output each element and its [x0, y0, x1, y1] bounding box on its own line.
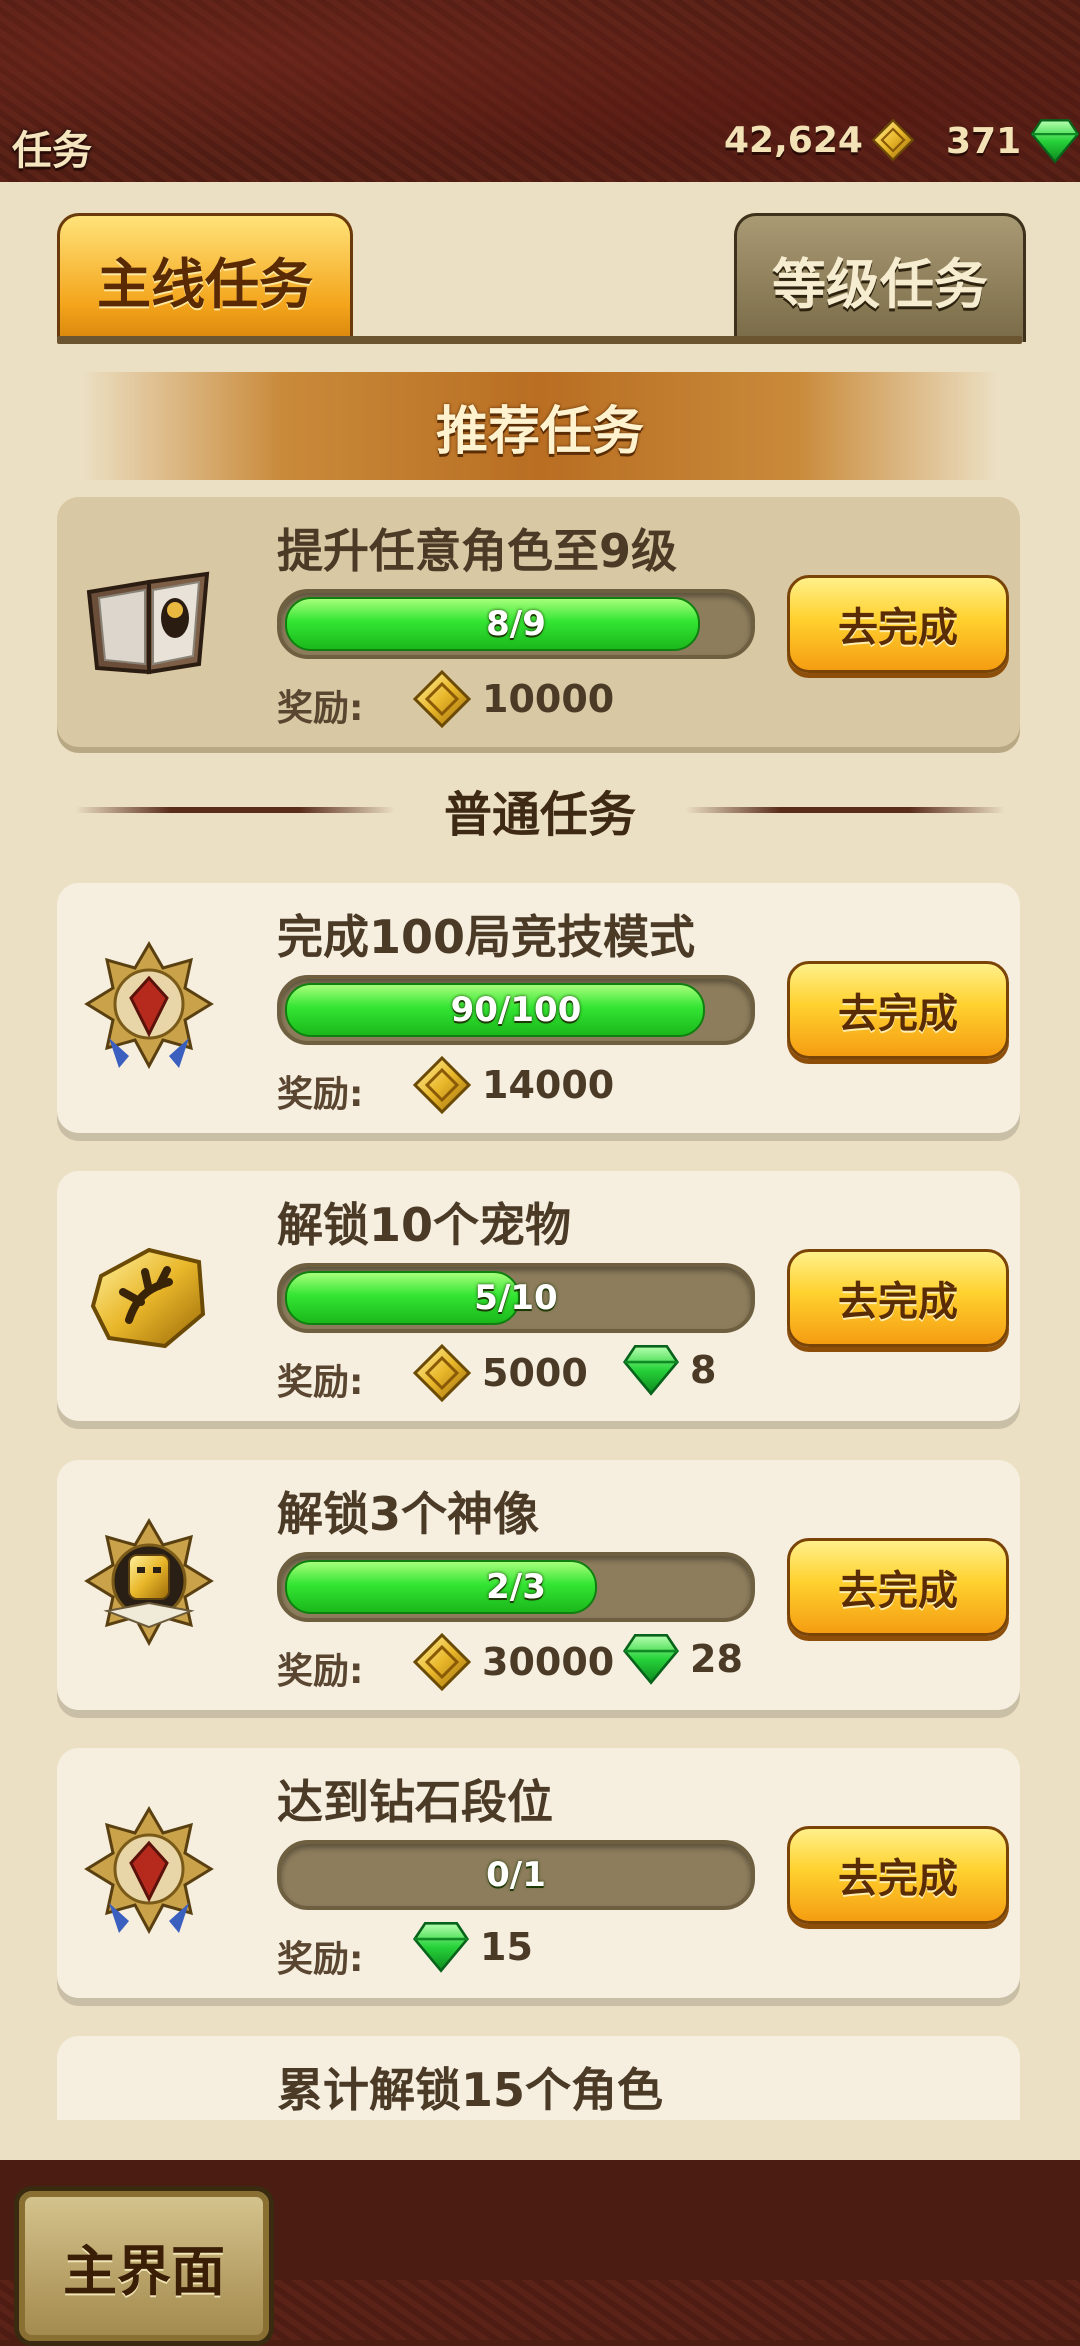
task-name: 提升任意角色至9级 — [277, 524, 678, 578]
arena-emblem-icon — [79, 938, 219, 1078]
page-title: 任务 — [12, 128, 92, 174]
recommended-section-title: 推荐任务 — [80, 372, 1000, 480]
progress-text: 8/9 — [486, 604, 546, 644]
go-complete-button[interactable]: 去完成 — [787, 1249, 1009, 1347]
go-complete-button[interactable]: 去完成 — [787, 1826, 1009, 1924]
home-button[interactable]: 主界面 — [14, 2186, 274, 2346]
gold-coin-icon — [412, 1632, 472, 1692]
tab-underline — [57, 336, 1022, 344]
gold-coin-icon — [412, 1343, 472, 1403]
reward-gold-amount: 5000 — [482, 1351, 588, 1395]
task-name: 达到钻石段位 — [277, 1775, 553, 1829]
reward-gems: 8 — [622, 1343, 716, 1397]
gold-coin-icon — [412, 1055, 472, 1115]
task-name: 累计解锁15个角色 — [277, 2063, 664, 2117]
normal-section-title: 普通任务 — [443, 787, 636, 843]
gold-coin-icon — [871, 118, 915, 162]
task-progress-bar: 5/10 — [277, 1263, 755, 1333]
gold-counter: 42,624 — [724, 118, 915, 162]
normal-section-divider: 普通任务 — [75, 780, 1005, 843]
reward-gold: 14000 — [412, 1055, 614, 1115]
gold-amount: 42,624 — [724, 119, 863, 161]
divider-line-right — [684, 807, 1005, 813]
reward-gold-amount: 14000 — [482, 1063, 615, 1107]
green-gem-icon — [1029, 118, 1080, 164]
task-name: 完成100局竞技模式 — [277, 910, 696, 964]
reward-gems-amount: 28 — [690, 1637, 743, 1681]
tab-level-quests[interactable]: 等级任务 — [734, 213, 1026, 342]
reward-gold-amount: 10000 — [482, 677, 615, 721]
progress-text: 2/3 — [486, 1567, 546, 1607]
reward-gold: 10000 — [412, 669, 614, 729]
go-complete-button[interactable]: 去完成 — [787, 961, 1009, 1059]
green-gem-icon — [622, 1343, 680, 1397]
task-card: 解锁10个宠物 5/10 奖励: 5000 8 去完成 — [57, 1171, 1020, 1421]
rank-emblem-icon — [79, 1803, 219, 1943]
task-progress-bar: 90/100 — [277, 975, 755, 1045]
go-complete-button[interactable]: 去完成 — [787, 1538, 1009, 1636]
divider-line-left — [75, 807, 395, 813]
task-card: 解锁3个神像 2/3 奖励: 30000 28 去完成 — [57, 1460, 1020, 1710]
task-progress-bar: 8/9 — [277, 589, 755, 659]
task-progress-bar: 2/3 — [277, 1552, 755, 1622]
gem-amount: 371 — [946, 120, 1022, 162]
header-bar — [0, 0, 1080, 185]
task-progress-bar: 0/1 — [277, 1840, 755, 1910]
task-name: 解锁3个神像 — [277, 1487, 540, 1541]
gem-counter: 371 — [946, 118, 1080, 164]
reward-label: 奖励: — [277, 1651, 364, 1692]
green-gem-icon — [622, 1632, 680, 1686]
tab-main-quests[interactable]: 主线任务 — [57, 213, 353, 342]
reward-label: 奖励: — [277, 1939, 364, 1980]
reward-gold: 30000 — [412, 1632, 614, 1692]
pet-fossil-icon — [79, 1226, 219, 1366]
reward-gems-amount: 8 — [690, 1348, 717, 1392]
task-card: 累计解锁15个角色 — [57, 2036, 1020, 2126]
progress-text: 0/1 — [486, 1855, 546, 1895]
go-complete-button[interactable]: 去完成 — [787, 575, 1009, 673]
task-card: 完成100局竞技模式 90/100 奖励: 14000 去完成 — [57, 883, 1020, 1133]
reward-label: 奖励: — [277, 1362, 364, 1403]
reward-gems-amount: 15 — [480, 1925, 533, 1969]
progress-text: 90/100 — [450, 990, 582, 1030]
reward-label: 奖励: — [277, 1074, 364, 1115]
reward-gems: 28 — [622, 1632, 743, 1686]
reward-label: 奖励: — [277, 688, 364, 729]
list-bottom-edge — [0, 2120, 1080, 2160]
task-name: 解锁10个宠物 — [277, 1198, 572, 1252]
task-card: 达到钻石段位 0/1 奖励: 15 去完成 — [57, 1748, 1020, 1998]
gold-coin-icon — [412, 669, 472, 729]
reward-gold-amount: 30000 — [482, 1640, 615, 1684]
recommended-task-card: 提升任意角色至9级 8/9 奖励: 10000 去完成 — [57, 497, 1020, 747]
reward-gold: 5000 — [412, 1343, 588, 1403]
progress-text: 5/10 — [474, 1278, 558, 1318]
green-gem-icon — [412, 1920, 470, 1974]
reward-gems: 15 — [412, 1920, 533, 1974]
statue-emblem-icon — [79, 1515, 219, 1655]
book-icon — [79, 552, 219, 692]
